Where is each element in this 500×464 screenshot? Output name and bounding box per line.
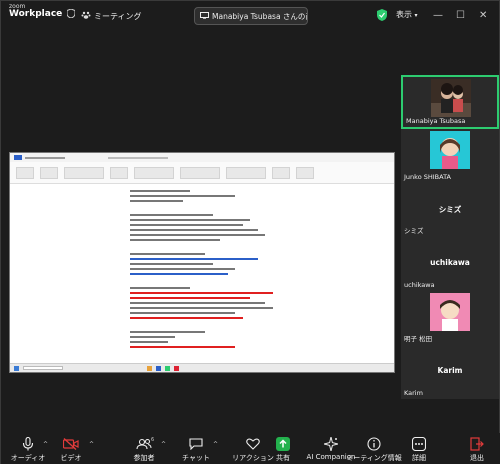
- participant-gallery: Manabiya Tsubasa Junko SHIBATA シミズ シミズ u…: [401, 75, 499, 399]
- chat-icon: [189, 437, 203, 451]
- participant-tile[interactable]: uchikawa uchikawa: [401, 237, 499, 291]
- participant-photo: [431, 79, 471, 117]
- chat-options-caret[interactable]: ^: [213, 441, 218, 448]
- microphone-icon: [22, 437, 34, 451]
- viewing-screen-pill[interactable]: Manabiya Tsubasa さんの画面: [194, 7, 308, 25]
- participant-name: Junko SHIBATA: [404, 173, 451, 181]
- minimize-icon[interactable]: —: [433, 10, 443, 21]
- top-bar: zoom Workplace ミーティング Manabiya Tsubasa さ…: [1, 1, 500, 31]
- meeting-label: ミーティング: [94, 11, 142, 21]
- close-icon[interactable]: ✕: [479, 10, 487, 21]
- shared-document: [9, 152, 395, 373]
- audio-label: オーディオ: [10, 454, 46, 462]
- participant-avatar: [430, 131, 470, 169]
- view-label: 表示: [396, 10, 412, 19]
- participant-tile[interactable]: シミズ シミズ: [401, 183, 499, 237]
- viewing-screen-label: Manabiya Tsubasa さんの画面: [212, 11, 307, 21]
- participant-tile[interactable]: Karim Karim: [401, 345, 499, 399]
- participant-name: Manabiya Tsubasa: [406, 117, 466, 125]
- details-label: 詳細: [412, 454, 426, 462]
- video-options-caret[interactable]: ^: [89, 441, 94, 448]
- leave-label: 退出: [470, 454, 484, 462]
- participant-name: シミズ: [404, 227, 424, 235]
- participant-display-name: Karim: [437, 366, 463, 375]
- info-icon: [367, 437, 381, 451]
- doc-page: [130, 187, 280, 365]
- participant-tile[interactable]: Junko SHIBATA: [401, 129, 499, 183]
- participants-icon: [136, 437, 152, 451]
- leave-icon: [470, 437, 484, 451]
- leave-button[interactable]: 退出: [452, 437, 500, 463]
- meeting-menu-button[interactable]: ミーティング: [81, 10, 142, 22]
- participant-display-name: シミズ: [438, 205, 462, 214]
- participant-tile[interactable]: 明子 松田: [401, 291, 499, 345]
- participants-count: 6: [151, 437, 155, 443]
- doc-taskbar: [10, 363, 394, 372]
- zoom-window: zoom Workplace ミーティング Manabiya Tsubasa さ…: [0, 0, 500, 464]
- sparkle-icon: [324, 437, 338, 451]
- share-icon: [276, 437, 290, 451]
- meeting-info-button[interactable]: ミーティング情報: [346, 437, 402, 463]
- meeting-toolbar: オーディオ ^ ビデオ ^ 参加者 6 ^ チャット ^ リアクション 共有 A…: [1, 433, 500, 464]
- maximize-icon[interactable]: ☐: [456, 10, 465, 21]
- participant-name: uchikawa: [404, 281, 435, 289]
- screen-share-icon: [200, 11, 209, 21]
- participant-tile[interactable]: Manabiya Tsubasa: [401, 75, 499, 129]
- brand-bottom: Workplace: [9, 9, 63, 19]
- more-icon: [412, 437, 426, 451]
- share-button[interactable]: 共有: [258, 437, 308, 463]
- doc-ribbon: [10, 162, 394, 184]
- shared-screen-area: [3, 31, 395, 431]
- doc-titlebar: [10, 153, 394, 162]
- video-off-icon: [63, 437, 79, 451]
- participant-display-name: uchikawa: [430, 258, 470, 267]
- shield-small-icon[interactable]: [66, 8, 76, 21]
- security-shield-icon[interactable]: [377, 9, 387, 21]
- participant-name: Karim: [404, 389, 423, 397]
- top-icons: [66, 8, 76, 21]
- paw-icon: [81, 10, 91, 22]
- participant-avatar: [430, 293, 470, 331]
- participant-name: 明子 松田: [404, 335, 433, 343]
- app-logo: zoom Workplace: [9, 4, 62, 19]
- details-button[interactable]: 詳細: [394, 437, 444, 463]
- view-button[interactable]: 表示 ▾: [396, 9, 418, 20]
- chat-label: チャット: [182, 454, 210, 462]
- participants-options-caret[interactable]: ^: [161, 441, 166, 448]
- participants-label: 参加者: [133, 454, 155, 462]
- video-label: ビデオ: [60, 454, 82, 462]
- share-label: 共有: [276, 454, 290, 462]
